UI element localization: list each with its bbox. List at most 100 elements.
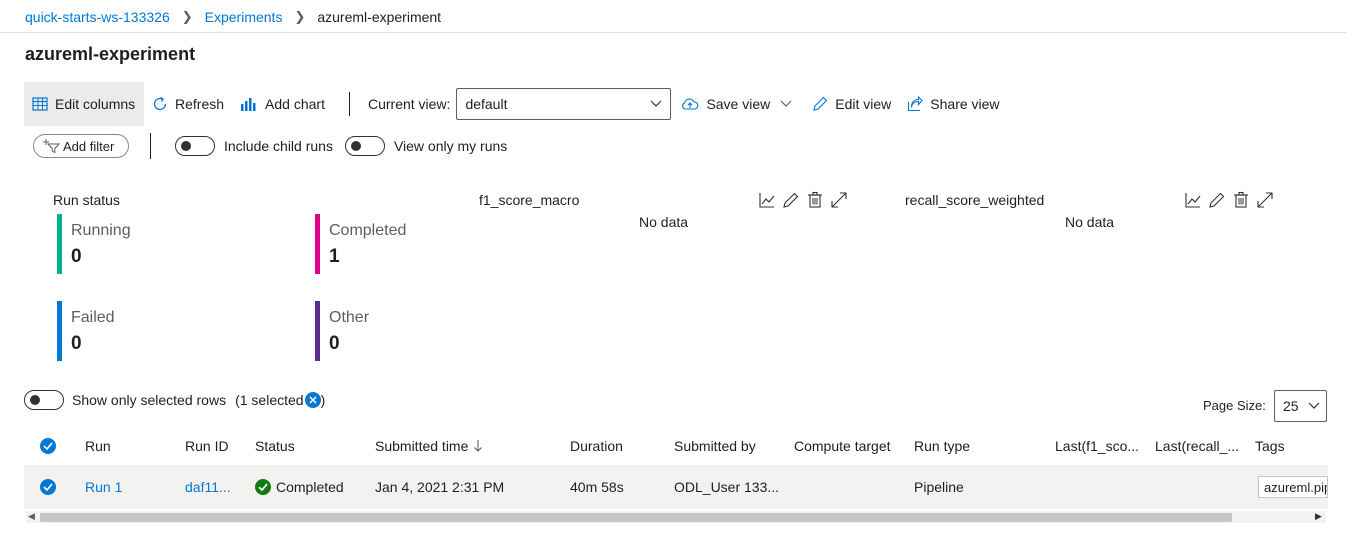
breadcrumb: quick-starts-ws-133326 ❯ Experiments ❯ a… xyxy=(25,8,441,26)
save-view-label: Save view xyxy=(706,96,771,112)
status-count: 1 xyxy=(329,246,340,267)
expand-icon[interactable] xyxy=(830,191,848,209)
status-card-failed[interactable]: Failed 0 xyxy=(57,301,115,361)
chevron-down-icon xyxy=(1308,402,1320,409)
breadcrumb-current: azureml-experiment xyxy=(317,9,442,25)
chevron-down-icon xyxy=(651,100,662,107)
chevron-right-icon: ❯ xyxy=(294,9,306,24)
pencil-icon xyxy=(813,96,828,111)
page-title: azureml-experiment xyxy=(25,44,196,64)
add-chart-button[interactable]: Add chart xyxy=(232,82,333,126)
selection-bar: Show only selected rows (1 selected ) xyxy=(24,390,325,410)
runs-table-header: Run Run ID Status Submitted time Duratio… xyxy=(24,428,1328,464)
select-all-checkbox[interactable] xyxy=(40,428,56,464)
column-header-status[interactable]: Status xyxy=(255,428,295,464)
bar-chart-icon xyxy=(241,98,256,111)
view-only-my-runs-toggle[interactable] xyxy=(344,136,385,156)
column-header-last-recall[interactable]: Last(recall_... xyxy=(1155,428,1239,464)
scroll-left-arrow-icon[interactable]: ◀ xyxy=(28,511,35,522)
share-view-button[interactable]: Share view xyxy=(899,82,1007,126)
edit-view-label: Edit view xyxy=(835,96,892,112)
status-label: Failed xyxy=(71,309,115,326)
chart-actions xyxy=(1184,191,1280,209)
filter-bar: Add filter Include child runs View only … xyxy=(33,132,507,160)
run-status-title: Run status xyxy=(53,192,120,208)
tag-chip[interactable]: azureml.pip xyxy=(1258,476,1328,498)
refresh-button[interactable]: Refresh xyxy=(144,82,232,126)
status-card-running[interactable]: Running 0 xyxy=(57,214,131,274)
chart-empty-text: No data xyxy=(1065,214,1115,230)
checkmark-icon xyxy=(40,438,56,454)
view-only-my-runs-label: View only my runs xyxy=(393,138,508,154)
status-color-bar xyxy=(315,214,320,274)
selected-count-close: ) xyxy=(320,392,326,408)
row-checkbox[interactable] xyxy=(40,465,56,509)
column-header-run-id[interactable]: Run ID xyxy=(185,428,229,464)
include-child-runs-toggle[interactable] xyxy=(175,136,215,156)
share-icon xyxy=(908,96,924,112)
header-divider xyxy=(0,32,1346,33)
column-header-compute-target[interactable]: Compute target xyxy=(794,428,891,464)
expand-icon[interactable] xyxy=(1256,191,1274,209)
save-view-button[interactable]: Save view xyxy=(673,82,800,126)
table-row[interactable]: Run 1 daf11... Completed Jan 4, 2021 2:3… xyxy=(24,465,1328,509)
trash-icon[interactable] xyxy=(1232,191,1250,209)
submitted-time-label: Submitted time xyxy=(375,438,469,454)
run-name-link[interactable]: Run 1 xyxy=(85,465,122,509)
status-label: Running xyxy=(71,222,131,239)
run-type: Pipeline xyxy=(914,479,964,495)
refresh-icon xyxy=(153,96,167,111)
status-card-completed[interactable]: Completed 1 xyxy=(315,214,406,274)
edit-columns-button[interactable]: Edit columns xyxy=(24,82,144,126)
pencil-icon[interactable] xyxy=(782,191,800,209)
status-count: 0 xyxy=(329,333,340,354)
command-bar: Edit columns Refresh Add chart Current v… xyxy=(24,82,1008,126)
chart-empty-text: No data xyxy=(639,214,689,230)
page-size-value: 25 xyxy=(1283,398,1299,414)
column-header-run[interactable]: Run xyxy=(85,428,111,464)
column-header-submitted-time[interactable]: Submitted time xyxy=(375,428,484,464)
chevron-down-icon xyxy=(780,100,792,107)
clear-selection-icon[interactable] xyxy=(304,392,321,408)
column-header-tags[interactable]: Tags xyxy=(1255,428,1285,464)
sort-descending-icon xyxy=(474,440,483,452)
edit-columns-label: Edit columns xyxy=(55,96,136,112)
column-header-last-f1[interactable]: Last(f1_sco... xyxy=(1055,428,1139,464)
page-size-select[interactable]: 25 xyxy=(1274,390,1327,422)
status-card-other[interactable]: Other 0 xyxy=(315,301,369,361)
run-submitted-time: Jan 4, 2021 2:31 PM xyxy=(375,479,505,495)
share-view-label: Share view xyxy=(930,96,1000,112)
status-color-bar xyxy=(57,301,62,361)
add-filter-icon xyxy=(43,139,60,154)
column-header-submitted-by[interactable]: Submitted by xyxy=(674,428,756,464)
show-only-selected-label: Show only selected rows xyxy=(72,392,227,408)
show-only-selected-toggle[interactable] xyxy=(24,390,64,410)
scroll-right-arrow-icon[interactable]: ▶ xyxy=(1315,511,1322,522)
run-status-text: Completed xyxy=(276,479,344,495)
selected-count-text: (1 selected xyxy=(235,392,304,408)
edit-view-button[interactable]: Edit view xyxy=(804,82,899,126)
breadcrumb-experiments-link[interactable]: Experiments xyxy=(205,9,283,25)
trash-icon[interactable] xyxy=(806,191,824,209)
run-status: Completed xyxy=(255,465,344,509)
breadcrumb-workspace-link[interactable]: quick-starts-ws-133326 xyxy=(25,9,170,25)
scrollbar-thumb[interactable] xyxy=(40,513,1232,522)
column-header-duration[interactable]: Duration xyxy=(570,428,623,464)
chart-title-recall-score-weighted: recall_score_weighted xyxy=(905,192,1045,208)
run-id-link[interactable]: daf11... xyxy=(185,465,231,509)
pencil-icon[interactable] xyxy=(1208,191,1226,209)
current-view-label: Current view: xyxy=(367,96,451,112)
current-view-select[interactable]: default xyxy=(456,88,672,120)
add-filter-button[interactable]: Add filter xyxy=(33,134,129,158)
add-filter-label: Add filter xyxy=(63,138,115,154)
run-submitted-by: ODL_User 133... xyxy=(674,479,780,495)
run-duration: 40m 58s xyxy=(570,479,624,495)
cloud-upload-icon xyxy=(682,98,699,110)
table-columns-icon xyxy=(32,97,48,111)
add-chart-label: Add chart xyxy=(265,96,325,112)
line-chart-icon[interactable] xyxy=(758,191,776,209)
include-child-runs-label: Include child runs xyxy=(224,138,333,154)
status-color-bar xyxy=(57,214,62,274)
column-header-run-type[interactable]: Run type xyxy=(914,428,970,464)
line-chart-icon[interactable] xyxy=(1184,191,1202,209)
